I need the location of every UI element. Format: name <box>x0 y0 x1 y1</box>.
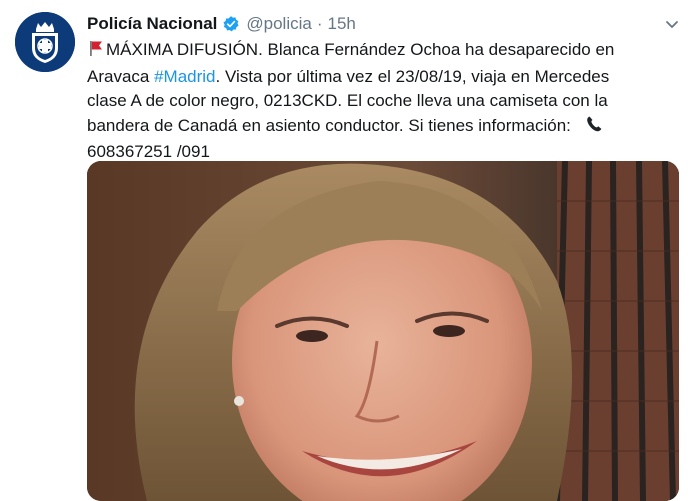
police-emblem-icon <box>15 12 75 72</box>
tweet-text-line-2: Aravaca #Madrid. Vista por última vez el… <box>87 65 692 90</box>
author-handle[interactable]: @policia <box>246 14 311 34</box>
tweet-text-segment: MÁXIMA DIFUSIÓN. Blanca Fernández Ochoa … <box>106 40 615 59</box>
timestamp[interactable]: 15h <box>328 14 356 34</box>
separator-dot: · <box>316 14 323 33</box>
tweet-text-segment: Aravaca <box>87 66 155 86</box>
tweet-text-segment: bandera de Canadá en asiento conductor. … <box>87 115 571 135</box>
tweet-header: Policía Nacional @policia · 15h <box>87 13 356 35</box>
portrait-photo-image <box>87 161 679 501</box>
red-flag-icon <box>87 39 105 65</box>
author-name[interactable]: Policía Nacional <box>87 14 217 34</box>
tweet-text-line-1: MÁXIMA DIFUSIÓN. Blanca Fernández Ochoa … <box>87 38 692 65</box>
verified-badge-icon <box>222 15 240 33</box>
telephone-icon <box>585 115 603 141</box>
tweet-text: MÁXIMA DIFUSIÓN. Blanca Fernández Ochoa … <box>87 38 692 165</box>
tweet-text-segment: . Vista por última vez el 23/08/19, viaj… <box>215 66 610 86</box>
tweet-text-line-3: clase A de color negro, 0213CKD. El coch… <box>87 91 608 110</box>
tweet-text-line-4: bandera de Canadá en asiento conductor. … <box>87 114 692 141</box>
avatar[interactable] <box>15 12 75 72</box>
tweet-photo[interactable] <box>87 161 679 501</box>
chevron-down-icon[interactable] <box>662 14 682 34</box>
hashtag-link[interactable]: #Madrid <box>154 67 215 86</box>
